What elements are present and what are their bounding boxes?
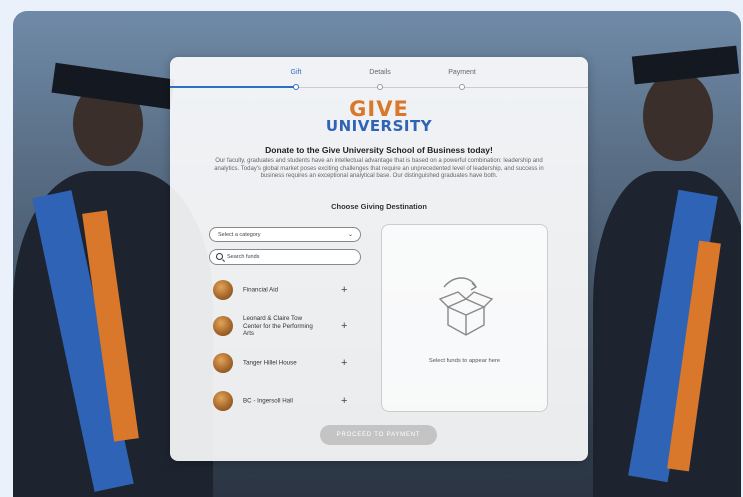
dropzone-hint: Select funds to appear here [428,358,501,364]
logo-give-text: GIVE [349,97,409,121]
add-fund-icon[interactable]: + [341,395,347,407]
section-heading: Choose Giving Destination [331,202,427,211]
fund-name: Leonard & Claire Tow Center for the Perf… [243,314,313,337]
step-dot-gift [293,84,299,90]
fund-item-financial-aid[interactable]: Financial Aid + [213,275,363,305]
add-fund-icon[interactable]: + [341,320,347,332]
step-dot-details [377,84,383,90]
add-fund-icon[interactable]: + [341,284,347,296]
fund-name: BC - Ingersoll Hall [243,397,293,405]
graduate-cap-right [631,45,740,85]
step-gift[interactable]: Gift [266,69,326,76]
fund-item-tanger-hillel[interactable]: Tanger Hillel House + [213,348,363,378]
give-university-logo: GIVE UNIVERSITY [170,99,588,134]
fund-name: Financial Aid [243,286,279,294]
step-payment[interactable]: Payment [432,69,492,76]
fund-item-ingersoll-hall[interactable]: BC - Ingersoll Hall + [213,386,363,416]
selected-funds-dropzone[interactable]: Select funds to appear here [381,224,548,412]
category-select-value: Select a category [218,232,261,238]
open-box-icon [438,277,494,336]
fund-thumbnail [213,391,233,411]
proceed-to-payment-button[interactable]: PROCEED TO PAYMENT [320,425,437,445]
graduate-head-right [643,71,713,161]
chevron-down-icon: ⌄ [347,232,353,238]
fund-thumbnail [213,353,233,373]
step-details[interactable]: Details [350,69,410,76]
fund-thumbnail [213,280,233,300]
search-icon [216,253,223,260]
donation-card: Gift Details Payment GIVE UNIVERSITY Don… [170,57,588,461]
fund-name: Tanger Hillel House [243,359,297,367]
page-title: Donate to the Give University School of … [265,145,493,155]
fund-thumbnail [213,316,233,336]
fund-item-tow-center[interactable]: Leonard & Claire Tow Center for the Perf… [213,309,363,343]
category-select[interactable]: Select a category ⌄ [209,227,361,242]
add-fund-icon[interactable]: + [341,357,347,369]
step-dot-payment [459,84,465,90]
intro-description: Our faculty, graduates and students have… [214,158,544,179]
steps-track-active [170,86,296,88]
search-placeholder: Search funds [227,254,260,260]
search-funds-input[interactable]: Search funds [209,249,361,265]
logo-university-text: UNIVERSITY [325,117,433,135]
progress-steps: Gift Details Payment [170,57,588,93]
